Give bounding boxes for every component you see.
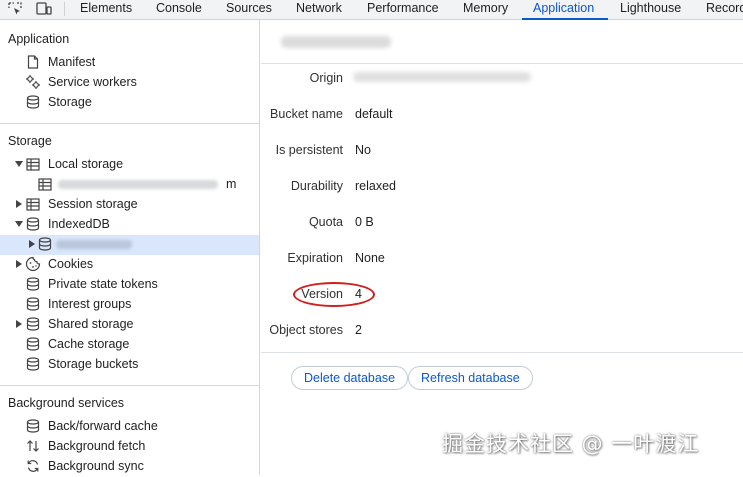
database-icon: [25, 336, 41, 352]
prop-value-bucket-name: default: [355, 107, 393, 121]
database-icon: [25, 296, 41, 312]
file-icon: [25, 54, 41, 70]
prop-label-object-stores: Object stores: [269, 323, 343, 337]
sidebar-item-label: Private state tokens: [48, 277, 158, 291]
sidebar-item-cookies[interactable]: Cookies: [0, 255, 259, 275]
sidebar-item-manifest[interactable]: Manifest: [0, 53, 259, 73]
sidebar-item-label: Background sync: [48, 459, 144, 473]
section-title-storage: Storage: [8, 134, 52, 148]
sidebar-item-local-storage[interactable]: Local storage: [0, 155, 259, 175]
database-icon: [25, 276, 41, 292]
sidebar-item-label: Back/forward cache: [48, 419, 158, 433]
arrows-updown-icon: [25, 438, 41, 454]
tab-performance[interactable]: Performance: [367, 0, 439, 19]
delete-database-button[interactable]: Delete database: [291, 366, 409, 390]
redacted-origin: [58, 180, 218, 189]
sidebar-item-storage[interactable]: Storage: [0, 93, 259, 113]
prop-label-is-persistent: Is persistent: [275, 143, 343, 157]
gears-icon: [25, 74, 41, 90]
sidebar-item-private-state-tokens[interactable]: Private state tokens: [0, 275, 259, 295]
section-title-background-services: Background services: [8, 396, 125, 410]
sidebar-item-session-storage[interactable]: Session storage: [0, 195, 259, 215]
prop-value-durability: relaxed: [355, 179, 396, 193]
indexeddb-database-panel: Origin Bucket name default Is persistent…: [261, 20, 743, 475]
database-icon: [25, 316, 41, 332]
sidebar-item-label: IndexedDB: [48, 217, 110, 231]
table-icon: [25, 156, 41, 172]
table-icon: [25, 196, 41, 212]
sidebar-item-label: Background fetch: [48, 439, 146, 453]
version-highlight-oval: [293, 282, 375, 307]
tab-elements[interactable]: Elements: [80, 0, 132, 19]
inspect-element-icon[interactable]: [6, 0, 24, 18]
collapsed-triangle-icon[interactable]: [14, 199, 24, 209]
sidebar-item-label: Session storage: [48, 197, 138, 211]
sync-icon: [25, 458, 41, 474]
prop-value-expiration: None: [355, 251, 385, 265]
prop-value-quota: 0 B: [355, 215, 374, 229]
device-toolbar-icon[interactable]: [35, 0, 53, 18]
sidebar-item-background-sync[interactable]: Background sync: [0, 457, 259, 477]
toolbar-divider: [64, 2, 65, 16]
collapsed-triangle-icon[interactable]: [14, 319, 24, 329]
sidebar-item-storage-buckets[interactable]: Storage buckets: [0, 355, 259, 375]
header-divider: [261, 63, 743, 64]
sidebar-item-label: Shared storage: [48, 317, 134, 331]
sidebar-item-label: m: [226, 177, 237, 191]
redacted-database-name: [56, 240, 132, 249]
table-icon: [37, 176, 53, 192]
watermark: 掘金技术社区 @ 一叶渡江: [442, 432, 700, 456]
database-icon: [25, 216, 41, 232]
tab-network[interactable]: Network: [296, 0, 342, 19]
refresh-database-button[interactable]: Refresh database: [408, 366, 533, 390]
prop-label-bucket-name: Bucket name: [270, 107, 343, 121]
redacted-database-title: [281, 36, 391, 48]
tab-lighthouse[interactable]: Lighthouse: [620, 0, 681, 19]
section-title-application: Application: [8, 32, 70, 46]
sidebar-item-label: Service workers: [48, 75, 137, 89]
sidebar-item-label: Cookies: [48, 257, 94, 271]
tab-sources[interactable]: Sources: [226, 0, 272, 19]
sidebar-item-background-fetch[interactable]: Background fetch: [0, 437, 259, 457]
prop-label-origin: Origin: [309, 71, 343, 85]
database-icon: [25, 418, 41, 434]
sidebar-item-label: Interest groups: [48, 297, 132, 311]
expanded-triangle-icon[interactable]: [14, 219, 24, 229]
section-divider: [0, 385, 259, 386]
tab-recorder[interactable]: Recorder: [706, 0, 743, 19]
actions-divider: [261, 352, 743, 353]
collapsed-triangle-icon[interactable]: [14, 259, 24, 269]
sidebar-item-label: Cache storage: [48, 337, 130, 351]
sidebar-item-local-storage-origin[interactable]: m: [0, 175, 259, 195]
redacted-origin-value: [353, 72, 531, 82]
sidebar-item-label: Local storage: [48, 157, 124, 171]
devtools-tabbar: Elements Console Sources Network Perform…: [0, 0, 743, 20]
sidebar-item-indexeddb[interactable]: IndexedDB: [0, 215, 259, 235]
sidebar-item-interest-groups[interactable]: Interest groups: [0, 295, 259, 315]
sidebar-item-indexeddb-database[interactable]: [0, 235, 259, 255]
sidebar-item-label: Storage buckets: [48, 357, 139, 371]
sidebar-item-back-forward-cache[interactable]: Back/forward cache: [0, 417, 259, 437]
sidebar-item-service-workers[interactable]: Service workers: [0, 73, 259, 93]
expanded-triangle-icon[interactable]: [14, 159, 24, 169]
database-icon: [25, 356, 41, 372]
prop-value-is-persistent: No: [355, 143, 371, 157]
sidebar-item-shared-storage[interactable]: Shared storage: [0, 315, 259, 335]
sidebar-item-label: Storage: [48, 95, 92, 109]
sidebar-item-label: Manifest: [48, 55, 96, 69]
cookie-icon: [25, 256, 41, 272]
prop-value-object-stores: 2: [355, 323, 362, 337]
database-icon: [25, 94, 41, 110]
database-icon: [37, 236, 53, 252]
tab-memory[interactable]: Memory: [463, 0, 508, 19]
tab-console[interactable]: Console: [156, 0, 202, 19]
application-sidebar: Application Manifest Service workers Sto…: [0, 20, 260, 475]
sidebar-item-cache-storage[interactable]: Cache storage: [0, 335, 259, 355]
section-divider: [0, 123, 259, 124]
prop-label-durability: Durability: [290, 179, 343, 193]
collapsed-triangle-icon[interactable]: [27, 239, 37, 249]
prop-label-expiration: Expiration: [287, 251, 343, 265]
prop-label-quota: Quota: [308, 215, 343, 229]
tab-application[interactable]: Application: [533, 0, 594, 19]
